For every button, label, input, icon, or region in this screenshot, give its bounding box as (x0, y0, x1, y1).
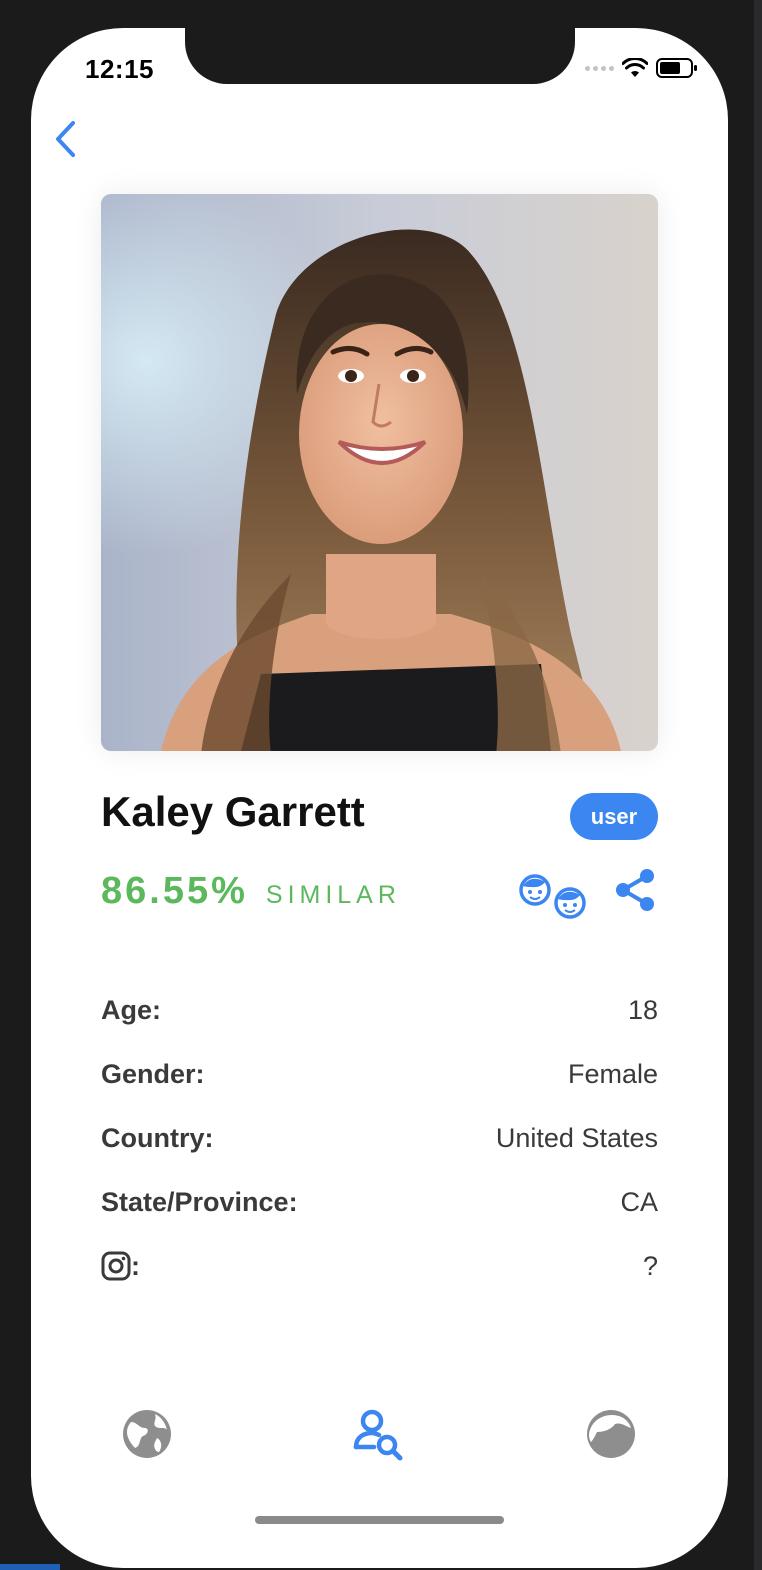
profile-name: Kaley Garrett (101, 788, 365, 835)
detail-row-state: State/Province: CA (101, 1170, 658, 1234)
tab-bar (31, 1406, 728, 1470)
detail-label: Gender: (101, 1058, 205, 1089)
detail-row-age: Age: 18 (101, 978, 658, 1042)
similarity-percent: 86.55% (101, 870, 248, 912)
profile-photo (101, 194, 658, 751)
compare-faces-button[interactable] (517, 870, 591, 922)
compare-faces-icon (519, 874, 586, 919)
detail-label: Age: (101, 994, 161, 1025)
profile-details: Age: 18 Gender: Female Country: United S… (101, 978, 658, 1298)
detail-label: Country: (101, 1122, 214, 1153)
instagram-icon (101, 1251, 131, 1281)
tab-profile-face[interactable] (583, 1406, 639, 1462)
detail-label: State/Province: (101, 1186, 298, 1217)
detail-value: Female (567, 1058, 658, 1089)
detail-value: United States (495, 1122, 658, 1153)
wifi-icon (622, 58, 648, 77)
detail-value: 18 (627, 994, 658, 1025)
detail-value: CA (620, 1186, 658, 1217)
similarity-row: 86.55% SIMILAR (101, 870, 401, 913)
detail-row-gender: Gender: Female (101, 1042, 658, 1106)
instagram-label: : (101, 1251, 140, 1282)
detail-row-instagram: : ? (101, 1234, 658, 1298)
home-indicator[interactable] (255, 1516, 504, 1524)
notch (185, 28, 575, 84)
phone-screen: 12:15 Kaley Garrett user 86.55% SIMILAR … (31, 28, 728, 1568)
status-indicators (585, 58, 698, 78)
status-time: 12:15 (85, 54, 154, 84)
battery-icon (656, 58, 697, 78)
face-icon (587, 1410, 635, 1458)
share-icon (616, 869, 654, 911)
similarity-label: SIMILAR (265, 881, 401, 909)
chevron-left-icon (56, 121, 75, 157)
globe-icon (123, 1410, 171, 1458)
desktop-strip (0, 1564, 60, 1570)
back-button[interactable] (45, 116, 85, 162)
tab-globe[interactable] (119, 1406, 175, 1462)
user-badge: user (570, 793, 658, 840)
tab-face-search[interactable] (351, 1406, 407, 1462)
device-edge (754, 0, 762, 1570)
share-button[interactable] (611, 866, 659, 914)
instagram-label-colon: : (131, 1250, 140, 1281)
user-search-icon (353, 1409, 403, 1461)
instagram-value[interactable]: ? (643, 1251, 658, 1282)
detail-row-country: Country: United States (101, 1106, 658, 1170)
cellular-signal-icon (585, 65, 614, 71)
